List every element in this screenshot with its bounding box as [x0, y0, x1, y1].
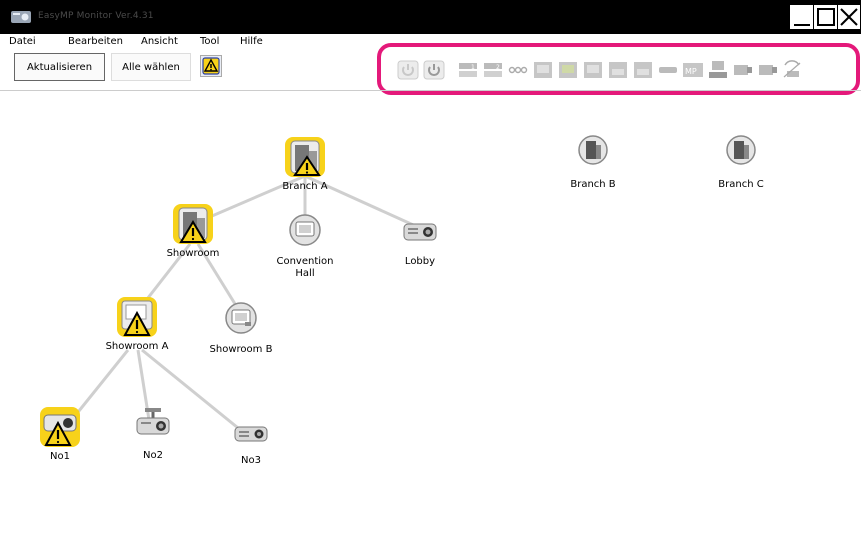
node-label: Showroom A [105, 341, 169, 352]
building-warning-icon [171, 202, 215, 246]
room-icon [283, 210, 327, 254]
node-label: Branch C [718, 179, 764, 190]
node-label: Convention Hall [276, 256, 334, 279]
node-label: Lobby [404, 256, 436, 267]
node-branch-b[interactable]: Branch B [548, 133, 638, 191]
building-warning-icon [283, 135, 327, 179]
node-showroom[interactable]: Showroom [148, 202, 238, 260]
room-warning-icon [115, 295, 159, 339]
projector-warning-icon [38, 405, 82, 449]
node-showroom-a[interactable]: Showroom A [92, 295, 182, 353]
node-branch-c[interactable]: Branch C [696, 133, 786, 191]
node-no3[interactable]: No3 [206, 415, 296, 467]
room-icon [219, 298, 263, 342]
node-lobby[interactable]: Lobby [375, 210, 465, 268]
projector-icon [229, 415, 273, 459]
node-no1[interactable]: No1 [15, 405, 105, 463]
projector-icon [398, 210, 442, 254]
node-convention-hall[interactable]: Convention Hall [260, 210, 350, 280]
node-label: Branch B [570, 179, 616, 190]
building-icon [719, 133, 763, 177]
building-icon [571, 133, 615, 177]
node-showroom-b[interactable]: Showroom B [196, 298, 286, 356]
node-label: No2 [143, 450, 163, 461]
node-branch-a[interactable]: Branch A [260, 135, 350, 193]
node-label: Showroom [166, 248, 220, 259]
node-label: Showroom B [209, 344, 273, 355]
node-label: No1 [50, 451, 70, 462]
node-no2[interactable]: No2 [108, 404, 198, 462]
ceiling-projector-icon [131, 404, 175, 448]
node-label: Branch A [282, 181, 328, 192]
